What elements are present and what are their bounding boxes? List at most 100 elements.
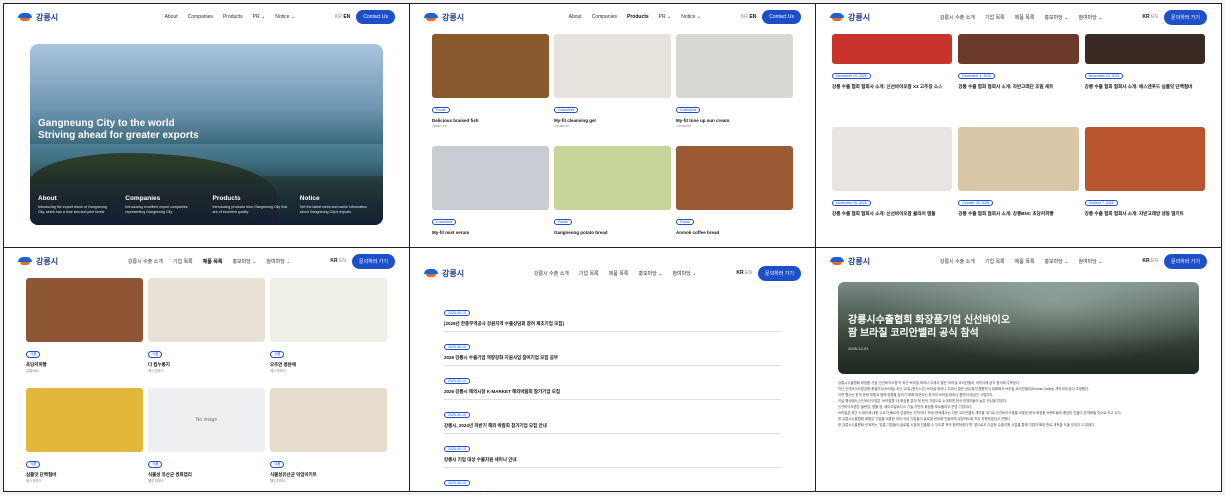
logo[interactable]: 강릉시	[18, 12, 58, 23]
menu-item[interactable]: 제품 목록	[1015, 14, 1035, 21]
product-card[interactable]: 식품 오트연 콩분에 에스앤푸드	[270, 278, 387, 382]
menu-item-active[interactable]: 제품 목록	[203, 258, 223, 265]
news-title[interactable]: 강릉 수출 협회 협회사 소개: 신선바이오팜 클리어 앰플	[832, 211, 952, 217]
product-card[interactable]: Foods Gangneung potato bread	[554, 145, 671, 248]
language-switch[interactable]: KR EN	[330, 258, 346, 264]
product-title[interactable]: 식물성 유산균 쌍화엽리	[148, 472, 265, 478]
news-image[interactable]	[1084, 34, 1205, 64]
product-card[interactable]: 식품 더 컵누룽지 에스앤푸드	[148, 278, 265, 382]
language-switch[interactable]: KR EN	[741, 14, 756, 20]
menu-item[interactable]: 홍보마당 ⌄	[232, 258, 256, 265]
news-title[interactable]: 강릉 수출 협회 협회사 소개: 신선바이오팜 X2 고추장 소스	[832, 84, 952, 90]
product-title[interactable]: My-fit mist serum	[432, 230, 549, 235]
news-image[interactable]	[1084, 126, 1205, 191]
menu-item[interactable]: 제품 목록	[609, 270, 629, 277]
product-image[interactable]	[676, 34, 793, 98]
notice-title[interactable]: 2026 강릉시 수출기업 역량강화 지원사업 참여기업 모집 공부	[444, 355, 781, 361]
language-switch[interactable]: KR EN	[1142, 258, 1158, 264]
product-title[interactable]: 심플잇 단백질바	[26, 472, 143, 478]
menu-item[interactable]: 강릉시 수출 소개	[940, 14, 975, 21]
contact-button[interactable]: 문의하러 가기	[758, 265, 801, 281]
product-image[interactable]	[270, 278, 387, 342]
menu-item[interactable]: PR ⌄	[253, 14, 266, 20]
contact-button[interactable]: Contact Us	[356, 10, 395, 24]
news-image[interactable]	[832, 34, 953, 64]
menu-item[interactable]: 강릉시 수출 소개	[940, 258, 975, 265]
product-title[interactable]: Anmok coffee bread	[676, 230, 793, 235]
menu-item-active[interactable]: Products	[627, 14, 649, 20]
menu-item[interactable]: 참여마당 ⌄	[1078, 258, 1102, 265]
contact-button[interactable]: 문의하러 가기	[352, 253, 395, 269]
notice-row[interactable]: 2025-09-10 강릉시 기업 대상 수출지원 세미나 안내	[444, 434, 781, 468]
menu-item[interactable]: 기업 목록	[985, 14, 1005, 21]
news-image[interactable]	[832, 126, 953, 191]
news-title[interactable]: 강릉 수출 협회 협회사 소개: 강릉BNC 초당커피빵	[958, 211, 1078, 217]
product-image[interactable]	[148, 278, 265, 342]
news-card[interactable]: November 15, 2025 강릉 수출 협회 협회사 소개: 에스앤푸드 …	[1084, 34, 1205, 121]
logo[interactable]: 강릉시	[18, 256, 58, 267]
notice-row[interactable]: 2025-09-10 2026 강릉시 수출기업 역량강화 지원사업 참여기업 모…	[444, 332, 781, 366]
menu-item[interactable]: Products	[223, 14, 243, 20]
lang-kr[interactable]: KR	[330, 258, 337, 264]
menu-item[interactable]: PR ⌄	[659, 14, 672, 20]
product-title[interactable]: 오트연 콩분에	[270, 362, 387, 368]
hero-col-products[interactable]: Products Introducing products from Gangne…	[213, 195, 288, 215]
menu-item[interactable]: Notice ⌄	[275, 14, 295, 20]
lang-en[interactable]: EN	[745, 270, 752, 276]
menu-item[interactable]: About	[165, 14, 178, 20]
notice-title[interactable]: 2026 강릉시 해외시장 K-MARKET 해외박람회 참가기업 모집	[444, 389, 781, 395]
product-title[interactable]: Delicious braised fish	[432, 118, 549, 123]
product-image[interactable]	[270, 387, 387, 452]
hero-col-notice[interactable]: Notice Get the latest news and useful inf…	[300, 195, 375, 215]
lang-kr[interactable]: KR	[1142, 14, 1149, 20]
notice-row[interactable]: 2025-09-10강릉시 신년회 및 네트워킹 행사 안내	[444, 468, 781, 491]
hero-col-companies[interactable]: Companies Introducing excellent export co…	[125, 195, 200, 215]
product-card[interactable]: Cosmetics My-fit cleansing gel Cenabom	[554, 34, 671, 140]
language-switch[interactable]: KR EN	[1142, 14, 1158, 20]
product-card[interactable]: 식품 식물성유산균 덕엄이키트 웰인피에스	[270, 387, 387, 492]
product-title[interactable]: 식물성유산균 덕엄이키트	[270, 472, 387, 478]
notice-title[interactable]: 강릉시, 2024년 하반기 해외 박람회 참가기업 모집 안내	[444, 423, 781, 429]
logo[interactable]: 강릉시	[424, 268, 464, 279]
news-title[interactable]: 강릉 수출 협회 협회사 소개: 자반고래단 조림 세트	[958, 84, 1078, 90]
product-card[interactable]: Cosmetics My-fit tone up sun cream Cenabom	[676, 34, 793, 140]
product-card[interactable]: Foods Delicious braised fish Jaban Inc	[432, 34, 549, 140]
lang-kr[interactable]: KR	[741, 14, 748, 20]
menu-item[interactable]: 기업 목록	[985, 258, 1005, 265]
lang-kr[interactable]: KR	[736, 270, 743, 276]
news-card[interactable]: December 29, 2025 강릉 수출 협회 협회사 소개: 신선바이오팜…	[832, 34, 953, 121]
contact-button[interactable]: 문의하러 가기	[1164, 253, 1207, 269]
menu-item[interactable]: Companies	[188, 14, 213, 20]
product-image[interactable]	[26, 387, 143, 452]
product-image[interactable]	[26, 278, 143, 342]
logo[interactable]: 강릉시	[424, 12, 464, 23]
news-title[interactable]: 강릉 수출 협회 협회사 소개: 에스앤푸드 심플잇 단백질바	[1085, 84, 1205, 90]
product-image[interactable]	[554, 145, 671, 210]
product-card[interactable]: No image 식품 식물성 유산균 쌍화엽리 웰인피에스	[148, 387, 265, 492]
lang-en[interactable]: EN	[749, 14, 756, 20]
contact-button[interactable]: 문의하러 가기	[1164, 9, 1207, 25]
menu-item[interactable]: 홍보마당 ⌄	[1044, 14, 1068, 21]
menu-item[interactable]: 참여마당 ⌄	[672, 270, 696, 277]
notice-title[interactable]: [2025년 한중무역공사 강원지역 수출상담회 참여 제조기업 모집]	[444, 321, 781, 327]
product-title[interactable]: 더 컵누룽지	[148, 362, 265, 368]
menu-item[interactable]: 강릉시 수출 소개	[128, 258, 163, 265]
product-title[interactable]: My-fit cleansing gel	[554, 118, 671, 123]
product-card[interactable]: 식품 심플잇 단백질바 에스앤푸드	[26, 387, 143, 492]
menu-item[interactable]: 홍보마당 ⌄	[638, 270, 662, 277]
product-image[interactable]	[432, 34, 549, 98]
news-card[interactable]: November 15, 2025 강릉 수출 협회 협회사 소개: 신선바이오팜…	[832, 126, 953, 248]
menu-item[interactable]: 제품 목록	[1015, 258, 1035, 265]
menu-item[interactable]: About	[569, 14, 582, 20]
product-image[interactable]: No image	[148, 387, 265, 452]
news-card[interactable]: October 25, 2025 강릉 수출 협회 협회사 소개: 강릉BNC 초…	[958, 126, 1079, 248]
lang-kr[interactable]: KR	[335, 14, 342, 20]
product-card[interactable]: Foods Anmok coffee bread	[676, 145, 793, 248]
lang-en[interactable]: EN	[1151, 14, 1158, 20]
news-image[interactable]	[958, 126, 1079, 191]
news-title[interactable]: 강릉 수출 협회 협회사 소개: 자반고래방 냉동 밀키트	[1085, 211, 1205, 217]
lang-en[interactable]: EN	[1151, 258, 1158, 264]
lang-kr[interactable]: KR	[1142, 258, 1149, 264]
news-card[interactable]: December 4, 2025 강릉 수출 협회 협회사 소개: 자반고래단 조…	[958, 34, 1079, 121]
language-switch[interactable]: KR EN	[736, 270, 752, 276]
